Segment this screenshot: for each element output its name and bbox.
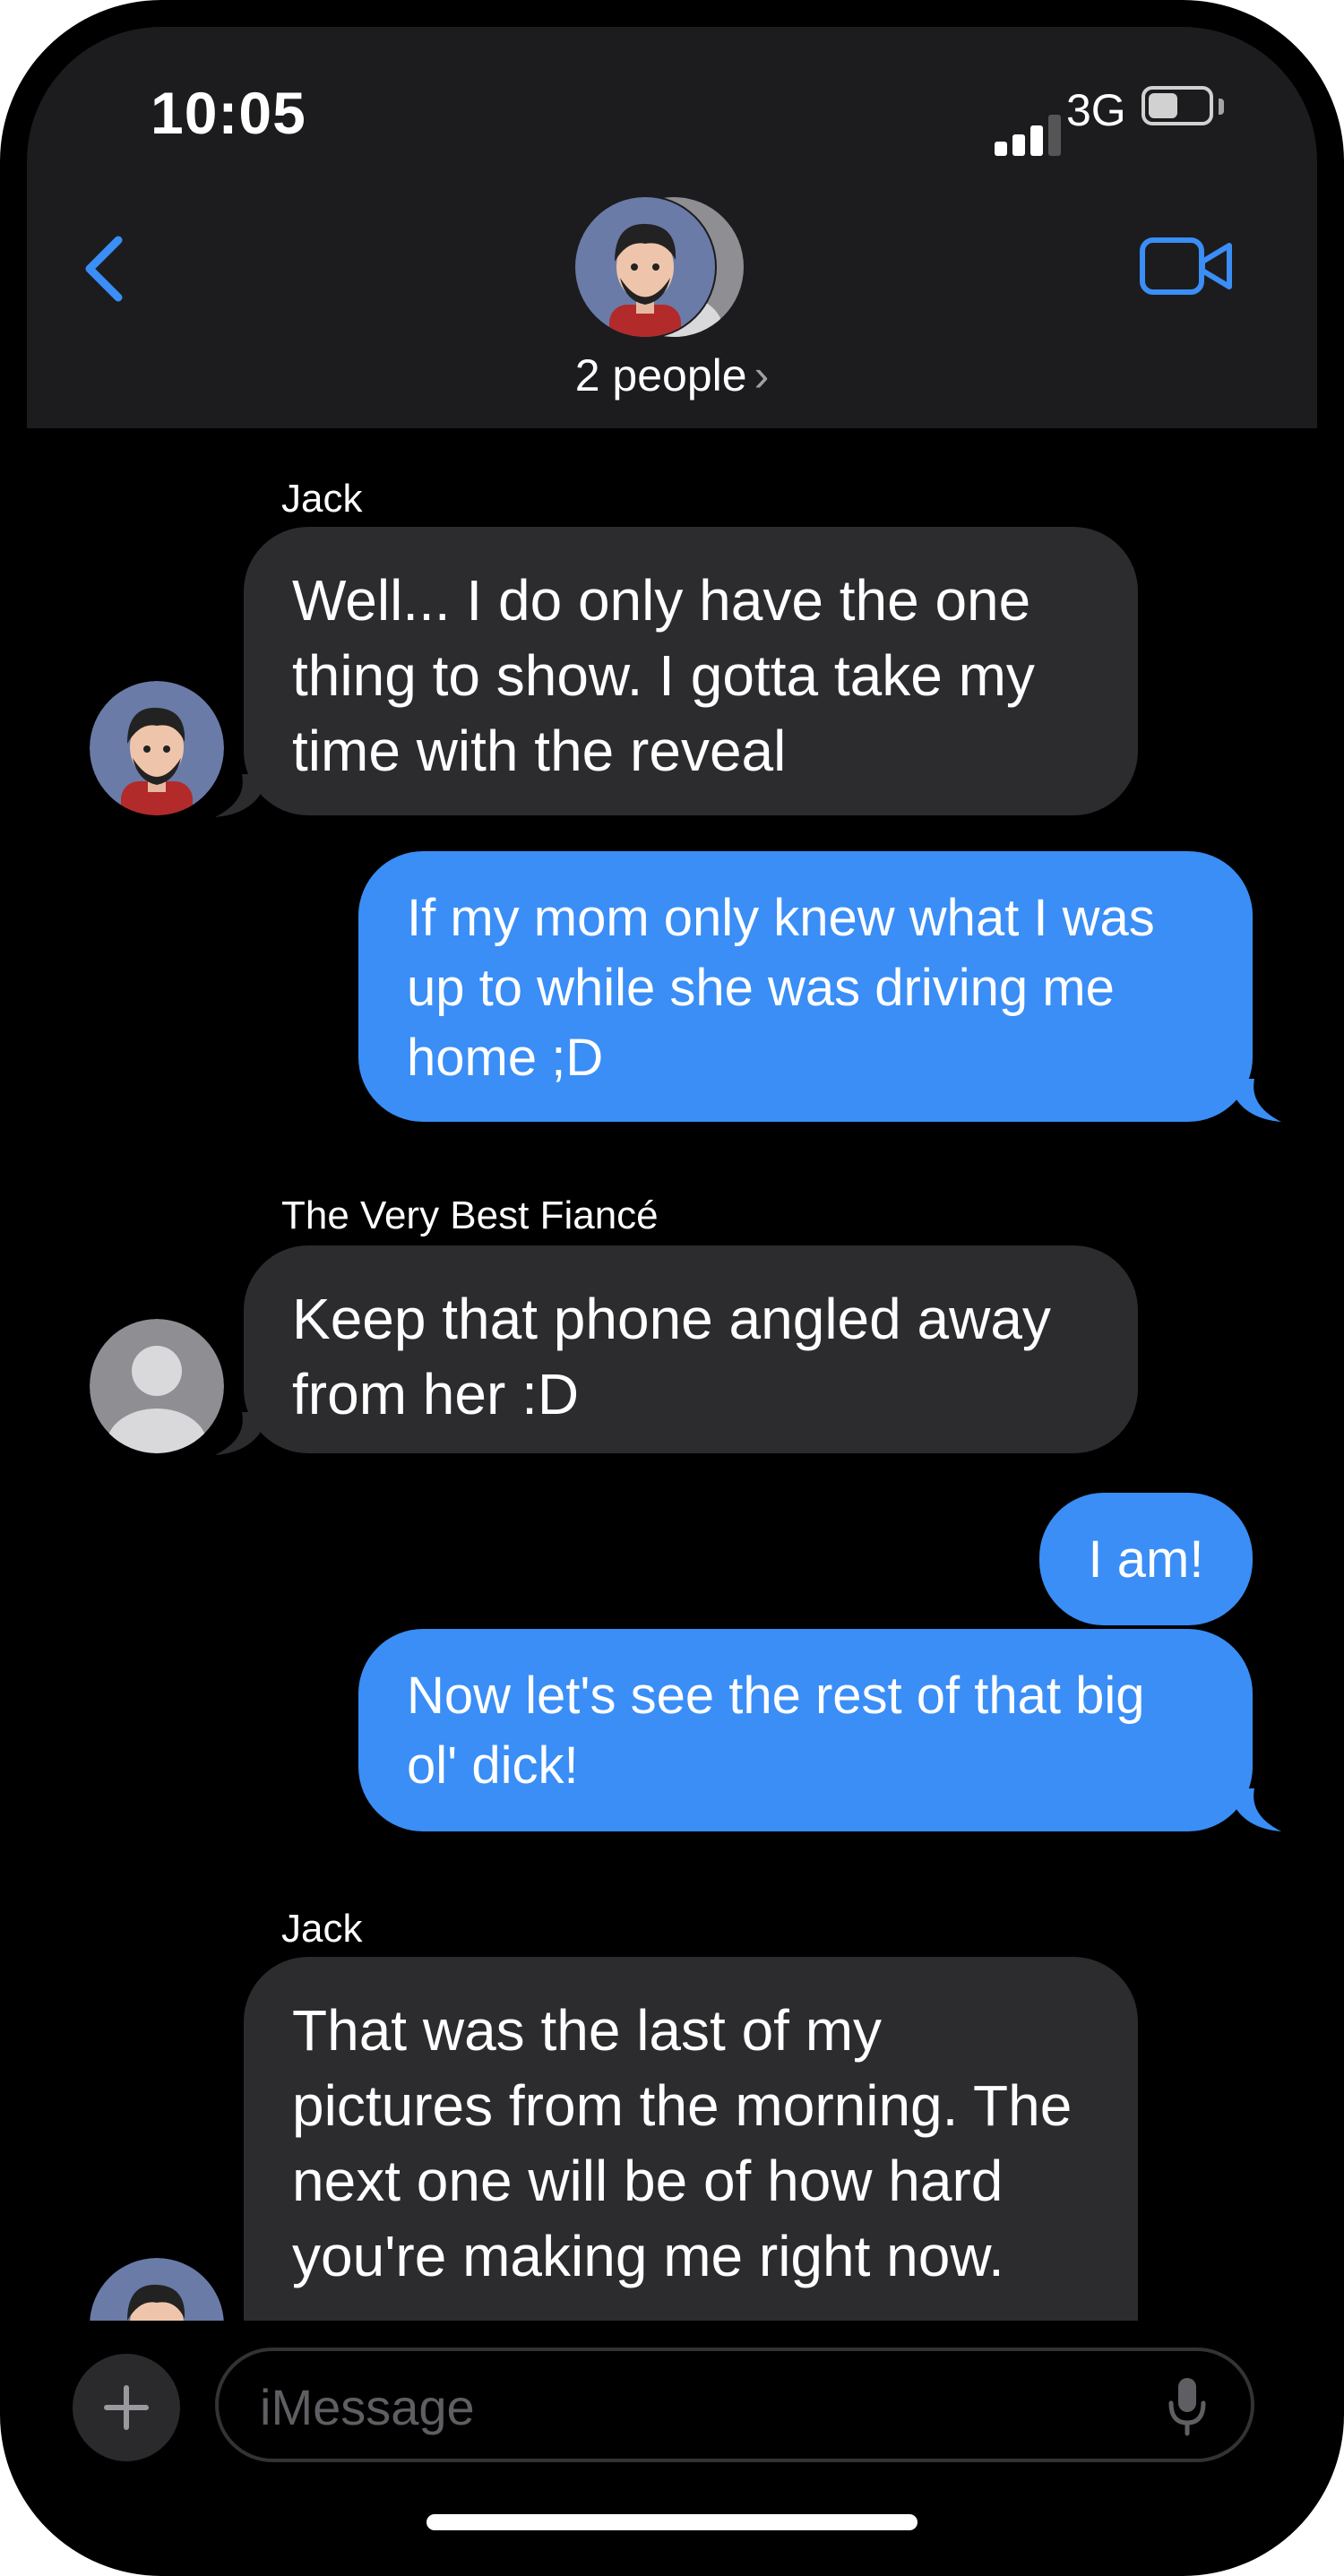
facetime-button[interactable] (1138, 231, 1236, 303)
chevron-right-icon: › (754, 350, 770, 401)
phone-frame: 10:05 3G 2 people › Jack Well... I do on… (0, 0, 1344, 2576)
home-indicator[interactable] (426, 2514, 918, 2530)
dictation-button[interactable] (1165, 2374, 1210, 2439)
message-thread: Jack Well... I do only have the one thin… (27, 428, 1317, 2321)
message-text: Now let's see the rest of that big ol' d… (407, 1667, 1145, 1795)
avatar-fiance[interactable] (90, 1319, 224, 1453)
message-text: If my mom only knew what I was up to whi… (407, 889, 1155, 1087)
participants-label: 2 people (574, 350, 747, 401)
sender-name: Jack (281, 1907, 363, 1951)
microphone-icon (1168, 2378, 1206, 2436)
bubble-tail (1228, 1079, 1281, 1122)
apps-button[interactable] (73, 2354, 180, 2461)
status-time: 10:05 (151, 80, 306, 146)
participants-button[interactable]: 2 people › (27, 349, 1317, 401)
sender-name: Jack (281, 477, 363, 521)
message-bubble-outgoing[interactable]: I am! (1039, 1493, 1253, 1625)
bubble-tail (1228, 1788, 1281, 1831)
chevron-left-icon (85, 236, 123, 302)
message-text: That was the last of my pictures from th… (292, 1998, 1073, 2288)
plus-icon (104, 2385, 149, 2430)
sender-name: The Very Best Fiancé (281, 1193, 659, 1237)
message-input[interactable]: iMessage (215, 2348, 1254, 2462)
conversation-header: 10:05 3G 2 people › (27, 27, 1317, 428)
input-placeholder: iMessage (260, 2379, 475, 2435)
message-text: I am! (1088, 1530, 1204, 1589)
message-bubble-incoming[interactable]: Keep that phone angled away from her :D (244, 1245, 1138, 1453)
bubble-tail (215, 774, 269, 817)
signal-icon (995, 115, 1066, 156)
video-camera-icon (1140, 237, 1232, 295)
message-text: Keep that phone angled away from her :D (292, 1287, 1051, 1426)
network-type: 3G (1066, 85, 1126, 135)
group-avatar-image (573, 195, 744, 339)
message-bubble-incoming[interactable]: Well... I do only have the one thing to … (244, 527, 1138, 815)
group-avatar[interactable] (573, 195, 745, 339)
message-text: Well... I do only have the one thing to … (292, 568, 1035, 783)
message-bubble-outgoing[interactable]: Now let's see the rest of that big ol' d… (358, 1629, 1253, 1831)
battery-icon (1142, 86, 1213, 125)
back-button[interactable] (72, 224, 143, 314)
message-bubble-outgoing[interactable]: If my mom only knew what I was up to whi… (358, 851, 1253, 1122)
avatar-jack[interactable] (90, 2258, 224, 2321)
bubble-tail (215, 1412, 269, 1455)
message-bubble-incoming[interactable]: That was the last of my pictures from th… (244, 1957, 1138, 2321)
battery-tip (1219, 99, 1224, 115)
avatar-jack[interactable] (90, 681, 224, 815)
screen: 10:05 3G 2 people › Jack Well... I do on… (27, 27, 1317, 2549)
